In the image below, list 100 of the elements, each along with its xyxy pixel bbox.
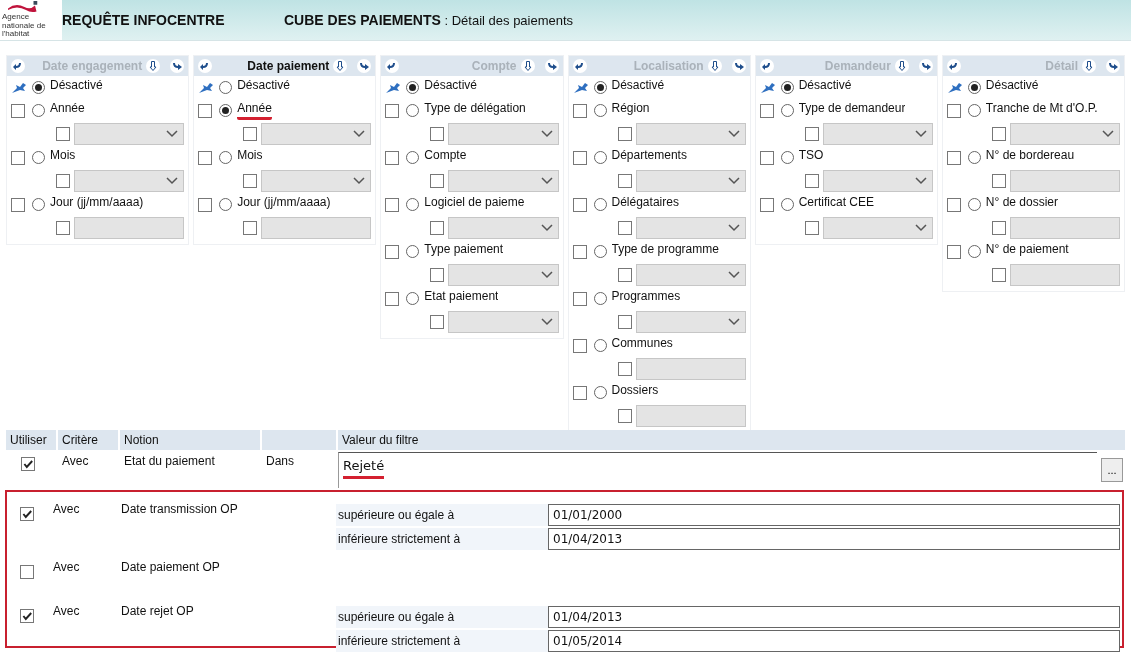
checkbox[interactable] <box>759 197 774 212</box>
checkbox[interactable] <box>243 127 258 141</box>
arrow-left-icon[interactable] <box>385 59 400 73</box>
checkbox[interactable] <box>243 221 258 235</box>
date-field[interactable]: 01/01/2000 <box>548 504 1120 526</box>
input-field[interactable] <box>1009 170 1121 192</box>
chevron-down-icon[interactable] <box>1102 130 1115 138</box>
radio-button[interactable] <box>593 245 607 258</box>
input-field[interactable] <box>74 217 185 239</box>
checkbox[interactable] <box>991 221 1006 235</box>
chevron-down-icon[interactable] <box>353 177 366 185</box>
checkbox[interactable] <box>946 197 961 212</box>
checkbox[interactable] <box>198 197 213 212</box>
chevron-down-icon[interactable] <box>353 130 366 138</box>
dropdown-field[interactable] <box>635 311 746 333</box>
arrow-down-icon[interactable] <box>1082 59 1097 73</box>
checkbox[interactable] <box>572 244 587 259</box>
dropdown-field[interactable] <box>635 264 746 286</box>
radio-button[interactable] <box>32 81 45 94</box>
chevron-down-icon[interactable] <box>914 130 927 138</box>
pin-icon[interactable] <box>198 81 215 94</box>
checkbox[interactable] <box>385 150 400 165</box>
checkbox[interactable] <box>385 244 400 259</box>
chevron-down-icon[interactable] <box>166 130 179 138</box>
chevron-down-icon[interactable] <box>914 224 927 232</box>
chevron-down-icon[interactable] <box>914 177 927 185</box>
dropdown-field[interactable] <box>448 217 559 239</box>
checkbox[interactable] <box>11 197 25 212</box>
arrow-down-icon[interactable] <box>894 59 909 73</box>
arrow-right-icon[interactable] <box>544 59 559 73</box>
radio-button[interactable] <box>32 151 45 164</box>
radio-button[interactable] <box>406 151 420 164</box>
checkbox[interactable] <box>385 197 400 212</box>
radio-button[interactable] <box>219 151 233 164</box>
checkbox[interactable] <box>430 315 445 329</box>
radio-button[interactable] <box>219 198 233 211</box>
browse-button[interactable]: ... <box>1101 458 1123 482</box>
checkbox[interactable] <box>56 221 70 235</box>
checkbox[interactable] <box>430 127 445 141</box>
input-field[interactable] <box>635 405 746 427</box>
chevron-down-icon[interactable] <box>727 224 740 232</box>
checkbox[interactable] <box>991 268 1006 282</box>
chevron-down-icon[interactable] <box>727 318 740 326</box>
input-field[interactable] <box>261 217 372 239</box>
arrow-down-icon[interactable] <box>333 59 348 73</box>
checkbox[interactable] <box>946 150 961 165</box>
dropdown-field[interactable] <box>261 170 372 192</box>
checkbox[interactable] <box>946 103 961 118</box>
radio-button[interactable] <box>780 81 794 94</box>
arrow-right-icon[interactable] <box>918 59 933 73</box>
checkbox[interactable] <box>243 174 258 188</box>
chevron-down-icon[interactable] <box>727 130 740 138</box>
checkbox[interactable] <box>617 362 632 376</box>
checkbox[interactable] <box>19 609 34 623</box>
checkbox[interactable] <box>617 409 632 423</box>
arrow-left-icon[interactable] <box>946 59 961 73</box>
checkbox[interactable] <box>991 127 1006 141</box>
checkbox[interactable] <box>20 457 35 471</box>
checkbox[interactable] <box>759 150 774 165</box>
checkbox[interactable] <box>11 150 25 165</box>
chevron-down-icon[interactable] <box>540 130 553 138</box>
radio-button[interactable] <box>967 104 981 117</box>
input-field[interactable] <box>1009 217 1121 239</box>
radio-button[interactable] <box>780 198 794 211</box>
checkbox[interactable] <box>617 221 632 235</box>
date-field[interactable]: 01/04/2013 <box>548 528 1120 550</box>
radio-button[interactable] <box>32 104 45 117</box>
pin-icon[interactable] <box>385 81 402 94</box>
input-field[interactable] <box>1009 264 1121 286</box>
dropdown-field[interactable] <box>635 123 746 145</box>
checkbox[interactable] <box>19 565 34 579</box>
radio-button[interactable] <box>406 104 420 117</box>
checkbox[interactable] <box>572 385 587 400</box>
arrow-right-icon[interactable] <box>357 59 372 73</box>
checkbox[interactable] <box>56 174 70 188</box>
dropdown-field[interactable] <box>635 217 746 239</box>
arrow-left-icon[interactable] <box>572 59 587 73</box>
radio-button[interactable] <box>593 386 607 399</box>
radio-button[interactable] <box>967 198 981 211</box>
dropdown-field[interactable] <box>448 123 559 145</box>
date-field[interactable]: 01/04/2013 <box>548 606 1120 628</box>
checkbox[interactable] <box>804 127 819 141</box>
checkbox[interactable] <box>430 174 445 188</box>
radio-button[interactable] <box>593 104 607 117</box>
checkbox[interactable] <box>572 291 587 306</box>
arrow-down-icon[interactable] <box>520 59 535 73</box>
checkbox[interactable] <box>56 127 70 141</box>
checkbox[interactable] <box>430 268 445 282</box>
dropdown-field[interactable] <box>448 264 559 286</box>
dropdown-field[interactable] <box>822 217 933 239</box>
radio-button[interactable] <box>593 151 607 164</box>
dropdown-field[interactable] <box>635 170 746 192</box>
checkbox[interactable] <box>617 268 632 282</box>
checkbox[interactable] <box>430 221 445 235</box>
radio-button[interactable] <box>593 339 607 352</box>
chevron-down-icon[interactable] <box>540 224 553 232</box>
radio-button[interactable] <box>406 292 420 305</box>
checkbox[interactable] <box>804 221 819 235</box>
arrow-down-icon[interactable] <box>707 59 722 73</box>
chevron-down-icon[interactable] <box>727 177 740 185</box>
